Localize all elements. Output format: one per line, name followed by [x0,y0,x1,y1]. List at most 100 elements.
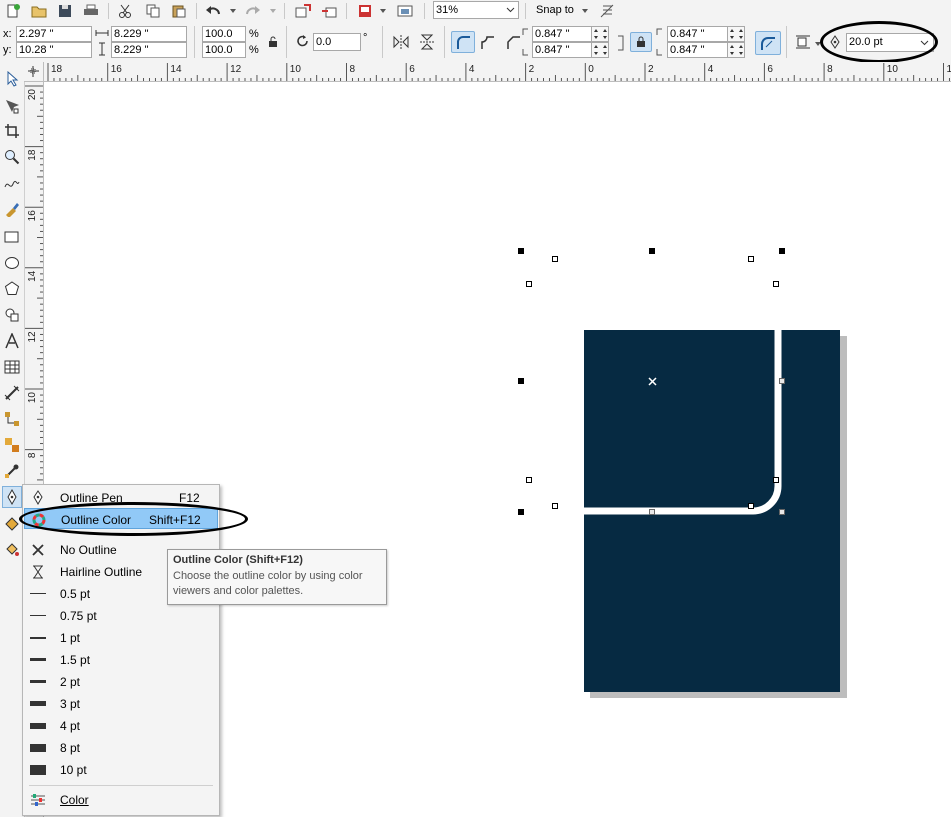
lock-corners-icon[interactable] [630,32,652,52]
table-tool-icon[interactable] [2,356,22,378]
ruler-tick-label: 8 [827,64,833,75]
menu-item-width-4pt[interactable]: 4 pt [24,715,218,736]
publish-dropdown-icon[interactable] [378,2,388,19]
corner-br-spinner-extra[interactable] [737,42,745,58]
wrap-text-icon[interactable] [794,33,812,50]
menu-item-width-2pt[interactable]: 2 pt [24,671,218,692]
corner-radius-bottom-right-field[interactable]: 0.847 " [667,42,729,58]
interactive-fill-tool-icon[interactable] [2,512,22,534]
ruler-tick-label: 14 [170,64,182,75]
corner-node[interactable] [748,256,754,262]
rectangle-tool-icon[interactable] [2,226,22,248]
width-field[interactable]: 8.229 " [111,26,187,42]
menu-item-width-1pt[interactable]: 1 pt [24,627,218,648]
y-position-field[interactable]: 10.28 " [16,42,92,58]
rotation-field[interactable]: 0.0 [313,33,361,51]
selection-handle-top-center[interactable] [649,248,655,254]
corner-radius-bottom-left-field[interactable]: 0.847 " [532,42,594,58]
eyedropper-tool-icon[interactable] [2,460,22,482]
round-corner-icon[interactable] [451,31,475,53]
selection-handle-bottom-center[interactable] [649,509,655,515]
artistic-media-tool-icon[interactable] [2,198,22,220]
scale-y-field[interactable]: 100.0 [202,42,246,58]
import-icon[interactable] [294,2,312,19]
corner-tl-spinner-extra[interactable] [601,26,609,42]
freehand-tool-icon[interactable] [2,172,22,194]
ruler-tick-label: 8 [27,452,38,458]
blend-tool-icon[interactable] [2,434,22,456]
dimension-tool-icon[interactable] [2,382,22,404]
selection-handle-bottom-left[interactable] [518,509,524,515]
corner-node[interactable] [552,503,558,509]
mirror-vertical-icon[interactable] [418,33,436,50]
paste-icon[interactable] [170,2,188,19]
print-icon[interactable] [82,2,100,19]
height-field[interactable]: 8.229 " [111,42,187,58]
annotation-ellipse-outline-width [820,21,938,63]
selection-handle-top-right[interactable] [779,248,785,254]
corner-node[interactable] [526,477,532,483]
scale-x-field[interactable]: 100.0 [202,26,246,42]
menu-item-width-0-75pt[interactable]: 0.75 pt [24,605,218,626]
full-screen-preview-icon[interactable] [396,2,414,19]
smart-fill-tool-icon[interactable] [2,538,22,560]
ruler-tick-label: 20 [27,89,38,101]
ruler-corner[interactable] [24,62,44,82]
selection-handle-middle-right[interactable] [779,378,785,384]
menu-item-label: 0.75 pt [60,609,97,623]
corner-node[interactable] [526,281,532,287]
corner-bl-spinner-extra[interactable] [601,42,609,58]
save-icon[interactable] [56,2,74,19]
relative-corner-scaling-icon[interactable] [755,31,781,55]
pick-tool-icon[interactable] [2,68,22,90]
crop-tool-icon[interactable] [2,120,22,142]
snap-to-dropdown-icon[interactable] [580,2,590,19]
corner-node[interactable] [773,281,779,287]
copy-icon[interactable] [144,2,162,19]
outline-pen-tool-icon[interactable] [2,486,22,508]
horizontal-ruler[interactable]: 18 16 14 12 10 8 6 4 2 0 2 4 6 8 10 12 [24,62,951,82]
redo-icon[interactable] [244,2,262,19]
connector-tool-icon[interactable] [2,408,22,430]
corner-node[interactable] [773,477,779,483]
menu-item-label: Color [60,793,89,807]
selection-handle-bottom-right[interactable] [779,509,785,515]
redo-dropdown-icon[interactable] [268,2,278,19]
x-position-field[interactable]: 2.297 " [16,26,92,42]
scalloped-corner-icon[interactable] [478,33,496,50]
cut-icon[interactable] [116,2,134,19]
menu-item-width-1-5pt[interactable]: 1.5 pt [24,649,218,670]
options-icon[interactable] [598,2,616,19]
menu-item-width-8pt[interactable]: 8 pt [24,737,218,758]
selection-handle-top-left[interactable] [518,248,524,254]
corner-tr-spinner-extra[interactable] [737,26,745,42]
corner-node[interactable] [748,503,754,509]
basic-shapes-tool-icon[interactable] [2,304,22,326]
publish-pdf-icon[interactable] [356,2,374,19]
undo-dropdown-icon[interactable] [228,2,238,19]
lock-ratio-icon[interactable] [268,36,278,47]
export-icon[interactable] [320,2,338,19]
polygon-tool-icon[interactable] [2,278,22,300]
ellipse-tool-icon[interactable] [2,252,22,274]
property-bar: x: 2.297 " y: 10.28 " 8.229 " 8.229 " 10… [0,21,951,63]
menu-item-width-3pt[interactable]: 3 pt [24,693,218,714]
zoom-tool-icon[interactable] [2,146,22,168]
snap-to-button[interactable]: Snap to [536,3,574,17]
corner-node[interactable] [552,256,558,262]
center-x-marker-icon [648,377,657,386]
mirror-horizontal-icon[interactable] [392,33,410,50]
open-folder-icon[interactable] [30,2,48,19]
selection-handle-middle-left[interactable] [518,378,524,384]
menu-item-width-10pt[interactable]: 10 pt [24,759,218,780]
menu-item-color[interactable]: Color [24,789,218,810]
line-width-icon [28,740,48,755]
shape-tool-icon[interactable] [2,95,22,117]
text-tool-icon[interactable] [2,330,22,352]
new-document-icon[interactable] [4,2,22,19]
undo-icon[interactable] [204,2,222,19]
corner-radius-top-right-field[interactable]: 0.847 " [667,26,729,42]
chamfered-corner-icon[interactable] [504,33,522,50]
zoom-level-select[interactable]: 31% [433,1,519,19]
corner-radius-top-left-field[interactable]: 0.847 " [532,26,594,42]
